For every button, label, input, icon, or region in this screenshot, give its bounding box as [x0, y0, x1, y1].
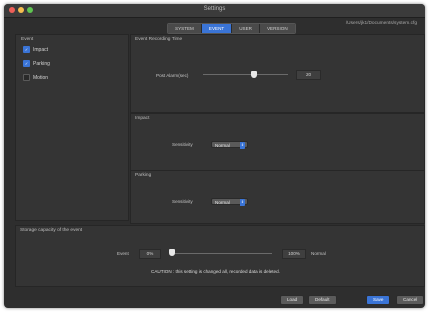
cancel-button[interactable]: Cancel [396, 295, 425, 305]
checkbox-checked-icon[interactable]: ✓ [23, 46, 30, 53]
tab-event[interactable]: EVENT [201, 24, 233, 33]
recording-time-group: Event Recording Time Post Alarm(sec) 20 [130, 34, 425, 113]
save-button[interactable]: Save [366, 295, 391, 305]
default-button[interactable]: Default [308, 295, 337, 305]
impact-title: Impact [135, 116, 150, 121]
post-alarm-slider-track[interactable] [203, 74, 288, 75]
checkbox-parking[interactable]: ✓ Parking [23, 60, 50, 67]
post-alarm-value[interactable]: 20 [296, 70, 321, 80]
impact-sensitivity-select[interactable]: Normal ⇕ [211, 141, 248, 149]
load-button[interactable]: Load [280, 295, 305, 305]
storage-max-value: 100% [282, 249, 306, 259]
parking-sensitivity-select[interactable]: Normal ⇕ [211, 198, 248, 206]
updown-chevron-icon: ⇕ [240, 142, 245, 149]
storage-event-label: Event [117, 251, 129, 256]
post-alarm-label: Post Alarm(sec) [156, 73, 189, 78]
tab-bar: SYSTEM EVENT USER VERSION [167, 23, 296, 34]
title-bar: Settings [4, 4, 425, 18]
window-title: Settings [203, 6, 226, 12]
checkbox-impact-label: Impact [33, 46, 49, 53]
checkbox-checked-icon[interactable]: ✓ [23, 60, 30, 67]
impact-sensitivity-value: Normal [215, 143, 230, 148]
checkbox-motion[interactable]: Motion [23, 74, 48, 81]
checkbox-parking-label: Parking [33, 60, 50, 67]
storage-capacity-group: Storage capacity of the event Event 0% 1… [15, 225, 425, 287]
impact-sensitivity-label: Sensitivity [172, 142, 193, 147]
tab-version[interactable]: VERSION [259, 24, 295, 33]
tab-user[interactable]: USER [232, 24, 260, 33]
parking-title: Parking [135, 173, 152, 178]
impact-group: Impact Sensitivity Normal ⇕ [130, 113, 425, 171]
event-panel-title: Event [21, 37, 34, 42]
storage-capacity-title: Storage capacity of the event [20, 228, 83, 233]
updown-chevron-icon: ⇕ [240, 199, 245, 206]
config-path: /Users/jk1/Documents/system.cfg [345, 21, 417, 26]
storage-min-value: 0% [139, 249, 161, 259]
settings-window: Settings SYSTEM EVENT USER VERSION /User… [4, 4, 425, 308]
storage-slider-track[interactable] [172, 253, 272, 254]
tab-system[interactable]: SYSTEM [168, 24, 202, 33]
post-alarm-slider-thumb[interactable] [251, 71, 257, 78]
parking-sensitivity-label: Sensitivity [172, 199, 193, 204]
storage-slider-thumb[interactable] [169, 249, 175, 256]
storage-normal-label: Normal [311, 251, 326, 256]
caution-message: CAUTION : this setting is changed all, r… [151, 269, 280, 274]
parking-group: Parking Sensitivity Normal ⇕ [130, 170, 425, 224]
recording-time-title: Event Recording Time [135, 37, 183, 42]
checkbox-impact[interactable]: ✓ Impact [23, 46, 48, 53]
checkbox-unchecked-icon[interactable] [23, 74, 30, 81]
parking-sensitivity-value: Normal [215, 200, 230, 205]
event-panel: Event ✓ Impact ✓ Parking Motion [15, 34, 129, 221]
checkbox-motion-label: Motion [33, 74, 49, 81]
